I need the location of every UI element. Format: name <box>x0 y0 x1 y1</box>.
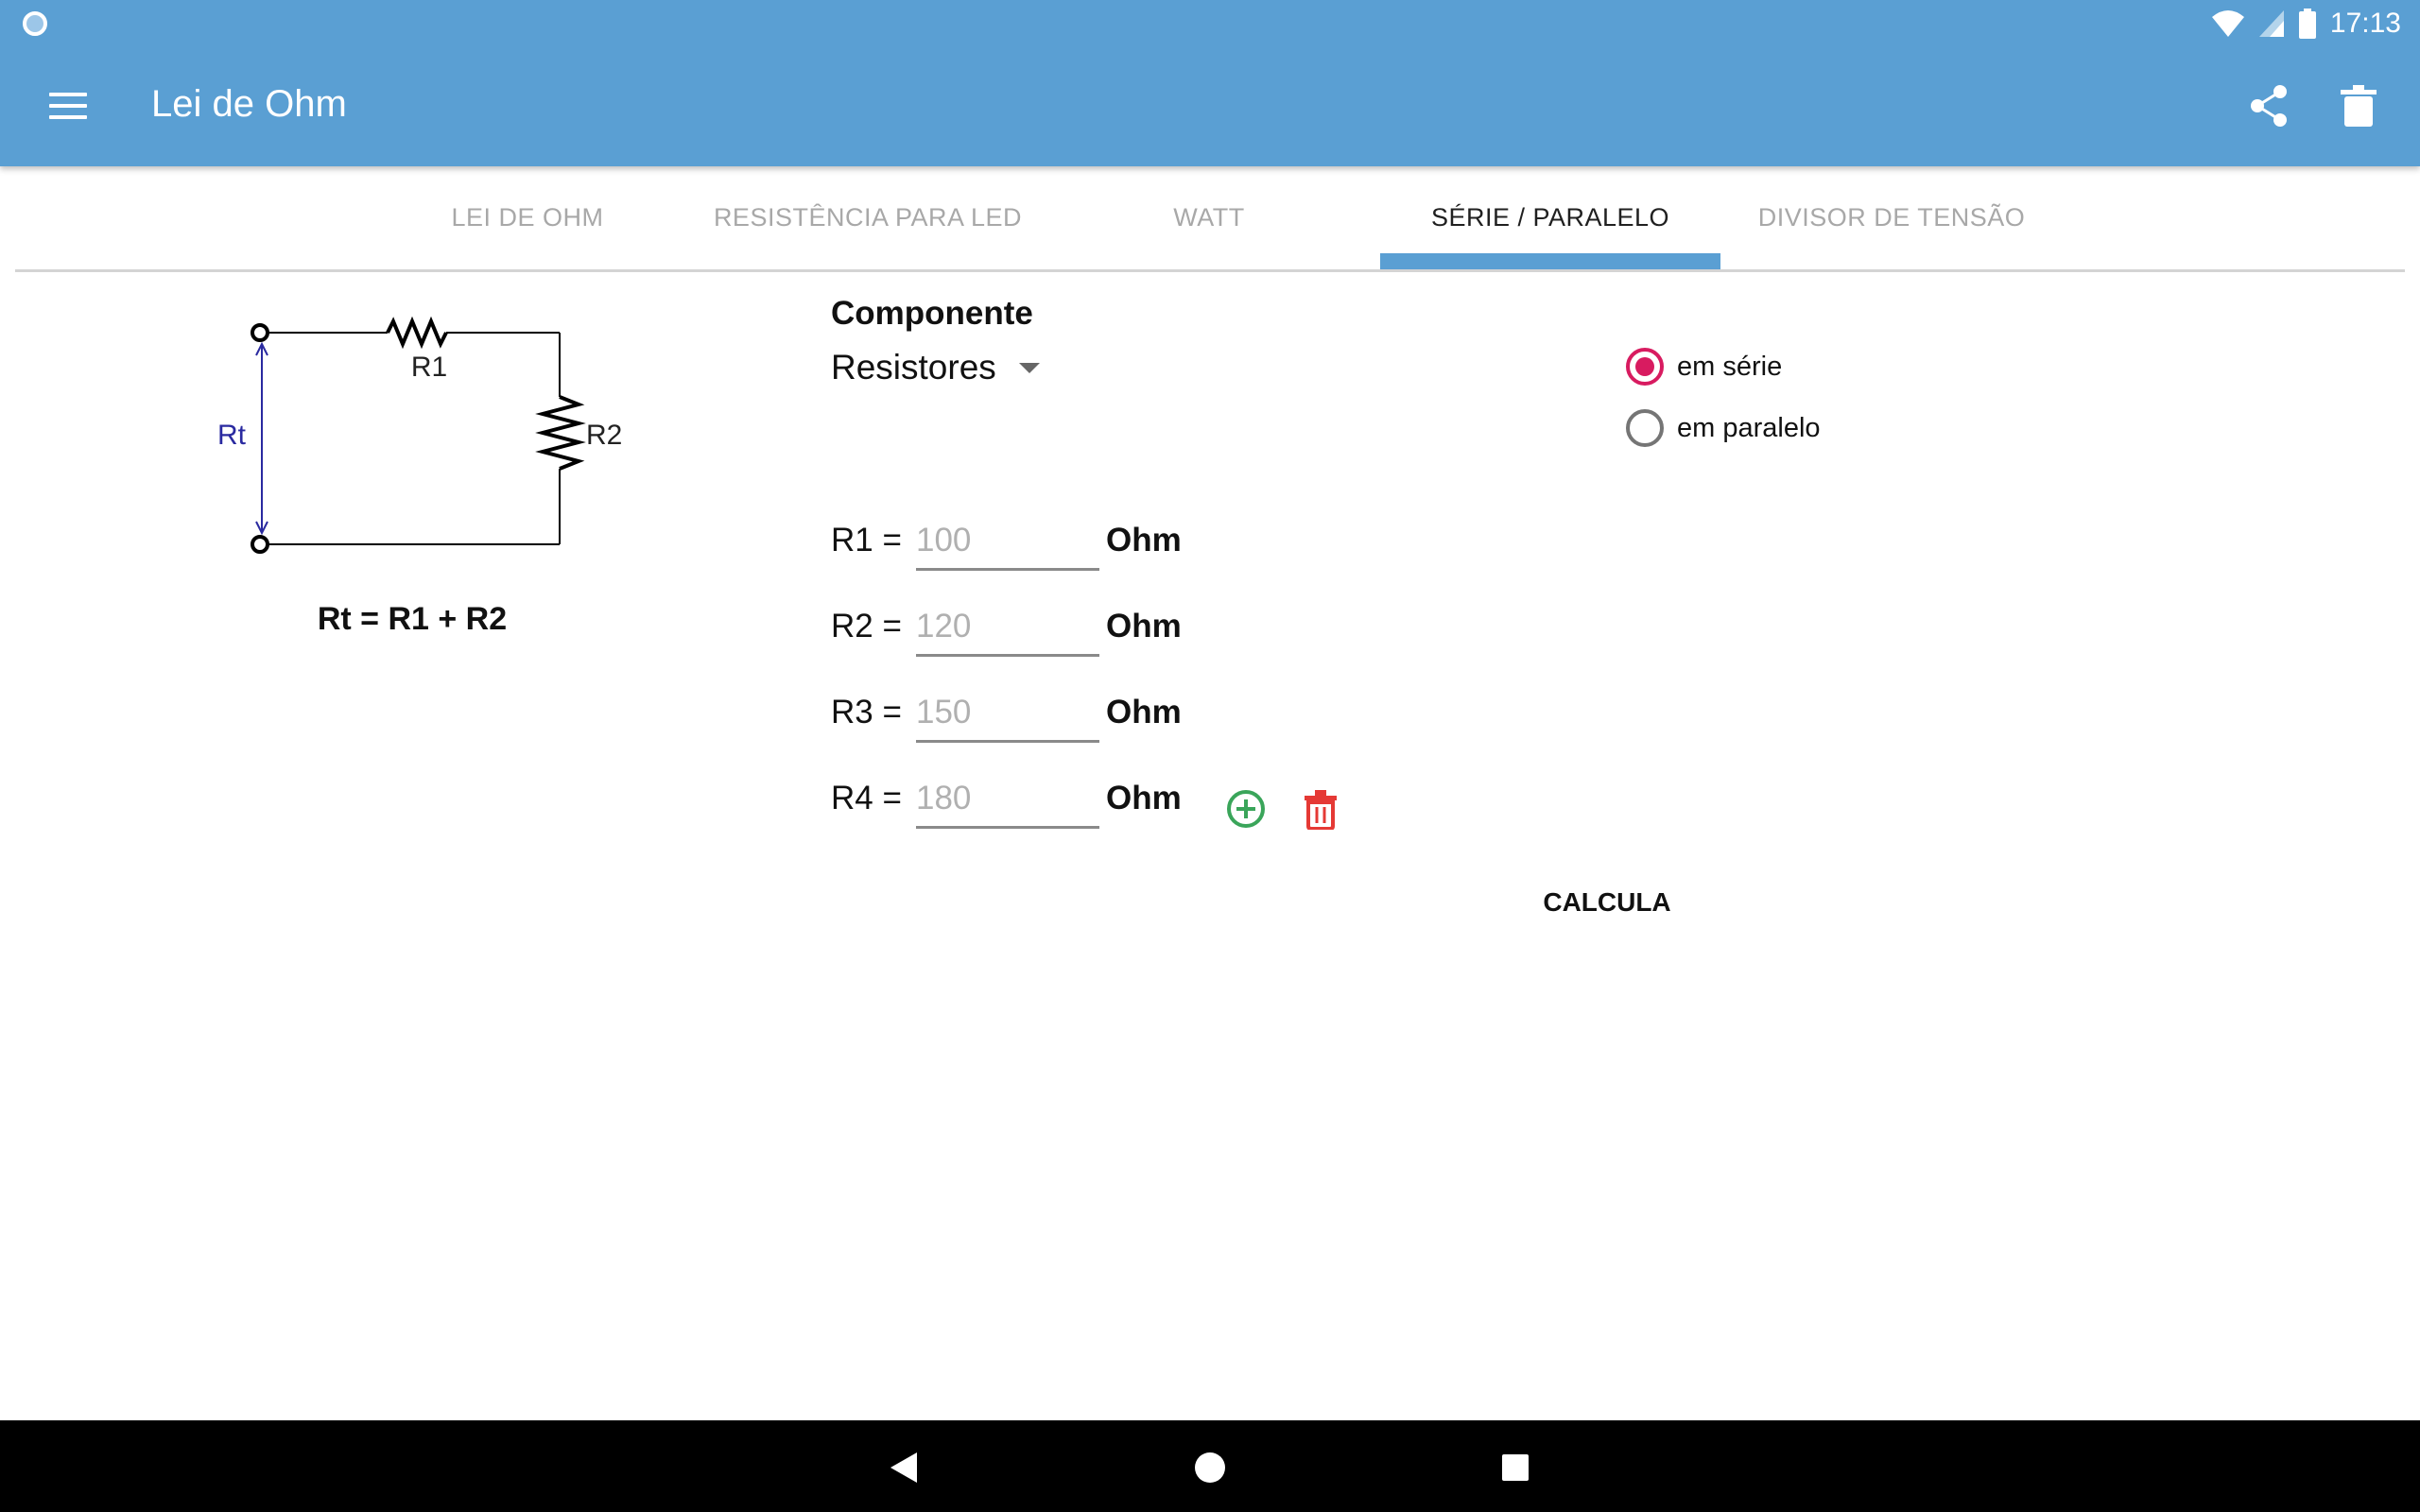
share-icon[interactable] <box>2248 83 2290 129</box>
battery-icon <box>2298 9 2316 39</box>
back-icon[interactable] <box>887 1451 921 1485</box>
resistor-unit: Ohm <box>1106 780 1182 816</box>
remove-resistor-trash-icon[interactable] <box>1305 790 1337 830</box>
status-time: 17:13 <box>2329 8 2401 39</box>
resistor-unit: Ohm <box>1106 694 1182 730</box>
resistor-unit: Ohm <box>1106 522 1182 558</box>
radio-em-serie[interactable]: em série <box>1626 348 1782 386</box>
resistor-label: R3 = <box>831 694 902 730</box>
series-circuit-diagram: R1 R2 Rt <box>217 316 622 554</box>
radio-label-em-serie: em série <box>1677 351 1783 382</box>
recent-apps-icon[interactable] <box>1502 1454 1529 1481</box>
status-bar: 17:13 <box>0 0 2420 47</box>
tab-lei-de-ohm[interactable]: LEI DE OHM <box>357 166 698 269</box>
calculate-button[interactable]: CALCULA <box>1512 879 1702 926</box>
component-dropdown[interactable]: Resistores <box>831 348 1040 387</box>
radio-label-em-paralelo: em paralelo <box>1677 412 1821 443</box>
app-title: Lei de Ohm <box>151 83 347 125</box>
formula-text: Rt = R1 + R2 <box>317 601 508 637</box>
tab-bar: LEI DE OHM RESISTÊNCIA PARA LED WATT SÉR… <box>15 166 2405 272</box>
active-tab-indicator <box>1380 253 1720 269</box>
radio-em-paralelo[interactable]: em paralelo <box>1626 409 1821 447</box>
resistor-row-r4: R4 = Ohm <box>831 776 1493 833</box>
resistor-label: R4 = <box>831 780 902 816</box>
resistor-input-r3[interactable] <box>916 690 1099 743</box>
rt-diagram-label: Rt <box>217 420 247 451</box>
r1-diagram-label: R1 <box>411 352 447 383</box>
clear-all-trash-icon[interactable] <box>2341 85 2377 127</box>
resistor-unit: Ohm <box>1106 608 1182 644</box>
resistor-input-r1[interactable] <box>916 518 1099 571</box>
resistor-label: R1 = <box>831 522 902 558</box>
component-selected-value: Resistores <box>831 348 996 387</box>
r2-diagram-label: R2 <box>586 420 622 451</box>
status-icons: 17:13 <box>2211 6 2401 42</box>
tab-watt[interactable]: WATT <box>1039 166 1379 269</box>
signal-icon <box>2258 10 2284 37</box>
wifi-icon <box>2211 10 2244 37</box>
radio-checked-icon <box>1626 348 1664 386</box>
radio-unchecked-icon <box>1626 409 1664 447</box>
resistor-input-r2[interactable] <box>916 604 1099 657</box>
navigation-bar <box>0 1420 2420 1512</box>
component-label: Componente <box>831 295 1033 332</box>
home-icon[interactable] <box>1195 1452 1225 1483</box>
notification-icon <box>23 11 47 36</box>
resistor-row-r1: R1 = Ohm <box>831 518 1493 575</box>
resistor-input-r4[interactable] <box>916 776 1099 829</box>
app-bar: 17:13 Lei de Ohm <box>0 0 2420 166</box>
resistor-row-r2: R2 = Ohm <box>831 604 1493 661</box>
tab-divisor-de-tensao[interactable]: DIVISOR DE TENSÃO <box>1721 166 2062 269</box>
resistor-label: R2 = <box>831 608 902 644</box>
dropdown-arrow-icon <box>1018 362 1040 373</box>
add-resistor-icon[interactable] <box>1225 788 1267 830</box>
tab-resistencia-para-led[interactable]: RESISTÊNCIA PARA LED <box>698 166 1038 269</box>
menu-icon[interactable] <box>49 93 87 121</box>
resistor-row-r3: R3 = Ohm <box>831 690 1493 747</box>
